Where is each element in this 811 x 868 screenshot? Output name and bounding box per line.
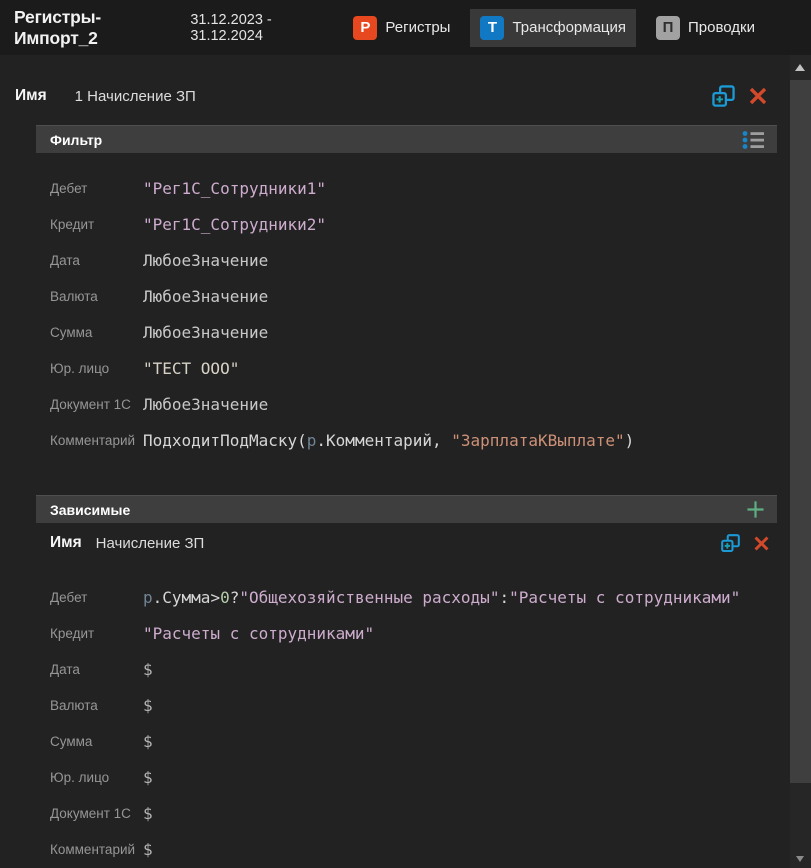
topbar: Регистры-Импорт_2 31.12.2023 - 31.12.202… bbox=[0, 0, 811, 55]
field-value[interactable]: р.Сумма>0?"Общехозяйственные расходы":"Р… bbox=[143, 588, 740, 607]
field-row: Юр. лицо$ bbox=[50, 759, 811, 795]
dependent-fields: Дебетр.Сумма>0?"Общехозяйственные расход… bbox=[50, 579, 811, 867]
field-value[interactable]: $ bbox=[143, 696, 153, 715]
field-label: Документ 1С bbox=[50, 806, 143, 821]
field-value[interactable]: "Расчеты с сотрудниками" bbox=[143, 624, 374, 643]
field-value[interactable]: ЛюбоеЗначение bbox=[143, 251, 268, 270]
tab-registry-label: Регистры bbox=[385, 19, 450, 36]
field-label: Юр. лицо bbox=[50, 361, 143, 376]
field-row: Комментарий$ bbox=[50, 831, 811, 867]
field-row: ДатаЛюбоеЗначение bbox=[50, 242, 811, 278]
field-row: Дата$ bbox=[50, 651, 811, 687]
field-label: Комментарий bbox=[50, 433, 143, 448]
scroll-up-icon[interactable] bbox=[795, 64, 805, 71]
date-range: 31.12.2023 - 31.12.2024 bbox=[190, 12, 343, 44]
field-row: Дебет"Рег1С_Сотрудники1" bbox=[50, 170, 811, 206]
tab-transformation[interactable]: Т Трансформация bbox=[470, 9, 636, 47]
field-value[interactable]: "Рег1С_Сотрудники1" bbox=[143, 179, 326, 198]
field-value[interactable]: "Рег1С_Сотрудники2" bbox=[143, 215, 326, 234]
field-label: Валюта bbox=[50, 289, 143, 304]
dependents-title: Зависимые bbox=[50, 502, 130, 518]
field-label: Кредит bbox=[50, 217, 143, 232]
field-value[interactable]: ЛюбоеЗначение bbox=[143, 287, 268, 306]
name-label: Имя bbox=[50, 534, 82, 552]
close-icon[interactable] bbox=[748, 86, 768, 106]
field-value[interactable]: $ bbox=[143, 804, 153, 823]
register-name-value[interactable]: 1 Начисление ЗП bbox=[75, 88, 196, 105]
page-title: Регистры-Импорт_2 bbox=[14, 7, 179, 49]
duplicate-icon[interactable] bbox=[712, 85, 735, 108]
tab-entries-label: Проводки bbox=[688, 19, 755, 36]
scrollbar-thumb[interactable] bbox=[790, 80, 811, 783]
registry-icon: Р bbox=[353, 16, 377, 40]
tab-transformation-label: Трансформация bbox=[512, 19, 626, 36]
field-value[interactable]: $ bbox=[143, 840, 153, 859]
field-row: Кредит"Расчеты с сотрудниками" bbox=[50, 615, 811, 651]
field-value[interactable]: $ bbox=[143, 660, 153, 679]
dependents-section-bar: Зависимые bbox=[36, 495, 777, 523]
field-row: КомментарийПодходитПодМаску(р.Комментари… bbox=[50, 422, 811, 458]
field-label: Дата bbox=[50, 253, 143, 268]
duplicate-icon[interactable] bbox=[721, 534, 740, 553]
field-label: Комментарий bbox=[50, 842, 143, 857]
field-label: Документ 1С bbox=[50, 397, 143, 412]
field-row: Документ 1СЛюбоеЗначение bbox=[50, 386, 811, 422]
tab-bar: Р Регистры Т Трансформация П Проводки bbox=[343, 9, 765, 47]
field-value[interactable]: "ТЕСТ ООО" bbox=[143, 359, 239, 378]
field-row: СуммаЛюбоеЗначение bbox=[50, 314, 811, 350]
name-label: Имя bbox=[15, 87, 47, 105]
list-icon[interactable] bbox=[742, 130, 765, 150]
field-value[interactable]: $ bbox=[143, 768, 153, 787]
field-row: Сумма$ bbox=[50, 723, 811, 759]
filter-fields: Дебет"Рег1С_Сотрудники1"Кредит"Рег1С_Сот… bbox=[50, 170, 811, 458]
scrollbar[interactable] bbox=[790, 55, 811, 868]
field-row: Дебетр.Сумма>0?"Общехозяйственные расход… bbox=[50, 579, 811, 615]
field-label: Валюта bbox=[50, 698, 143, 713]
scroll-down-icon[interactable] bbox=[796, 856, 804, 862]
register-name-row: Имя 1 Начисление ЗП bbox=[15, 83, 768, 109]
field-label: Дата bbox=[50, 662, 143, 677]
field-value[interactable]: $ bbox=[143, 732, 153, 751]
entries-icon: П bbox=[656, 16, 680, 40]
close-icon[interactable] bbox=[753, 535, 770, 552]
field-label: Кредит bbox=[50, 626, 143, 641]
tab-entries[interactable]: П Проводки bbox=[646, 9, 765, 47]
dependent-name-value[interactable]: Начисление ЗП bbox=[96, 535, 205, 552]
add-icon[interactable] bbox=[746, 500, 765, 519]
tab-registry[interactable]: Р Регистры bbox=[343, 9, 460, 47]
field-label: Сумма bbox=[50, 325, 143, 340]
filter-title: Фильтр bbox=[50, 132, 102, 148]
field-row: Кредит"Рег1С_Сотрудники2" bbox=[50, 206, 811, 242]
field-label: Сумма bbox=[50, 734, 143, 749]
field-value[interactable]: ЛюбоеЗначение bbox=[143, 323, 268, 342]
field-row: Валюта$ bbox=[50, 687, 811, 723]
dependent-name-row: Имя Начисление ЗП bbox=[50, 530, 770, 556]
field-label: Юр. лицо bbox=[50, 770, 143, 785]
field-label: Дебет bbox=[50, 181, 143, 196]
field-label: Дебет bbox=[50, 590, 143, 605]
transformation-icon: Т bbox=[480, 16, 504, 40]
field-value[interactable]: ПодходитПодМаску(р.Комментарий, "Зарплат… bbox=[143, 431, 634, 450]
filter-section-bar: Фильтр bbox=[36, 125, 777, 153]
field-row: Юр. лицо"ТЕСТ ООО" bbox=[50, 350, 811, 386]
field-row: Документ 1С$ bbox=[50, 795, 811, 831]
field-value[interactable]: ЛюбоеЗначение bbox=[143, 395, 268, 414]
field-row: ВалютаЛюбоеЗначение bbox=[50, 278, 811, 314]
app-window: Регистры-Импорт_2 31.12.2023 - 31.12.202… bbox=[0, 0, 811, 868]
